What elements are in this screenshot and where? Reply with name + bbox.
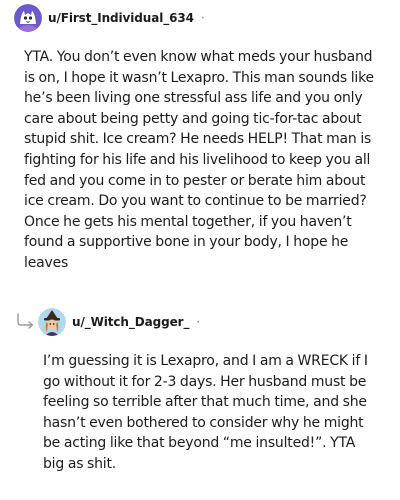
- comment-header: u/First_Individual_634 ·: [14, 4, 394, 32]
- reply-arrow-icon: [16, 313, 36, 329]
- reply-comment: u/_Witch_Dagger_ · I’m guessing it is Le…: [38, 308, 398, 472]
- separator-dot: ·: [200, 11, 205, 25]
- comment-body: YTA. You don’t even know what meds your …: [24, 49, 374, 271]
- purple-cat-avatar-icon[interactable]: [14, 4, 42, 32]
- comment-header: u/_Witch_Dagger_ ·: [38, 308, 398, 336]
- comment: u/First_Individual_634 · YTA. You don’t …: [14, 4, 394, 271]
- username[interactable]: u/_Witch_Dagger_: [72, 315, 189, 329]
- comment-body: I’m guessing it is Lexapro, and I am a W…: [43, 353, 368, 472]
- username[interactable]: u/First_Individual_634: [48, 11, 194, 25]
- witch-avatar-icon[interactable]: [38, 308, 66, 336]
- separator-dot: ·: [196, 315, 201, 329]
